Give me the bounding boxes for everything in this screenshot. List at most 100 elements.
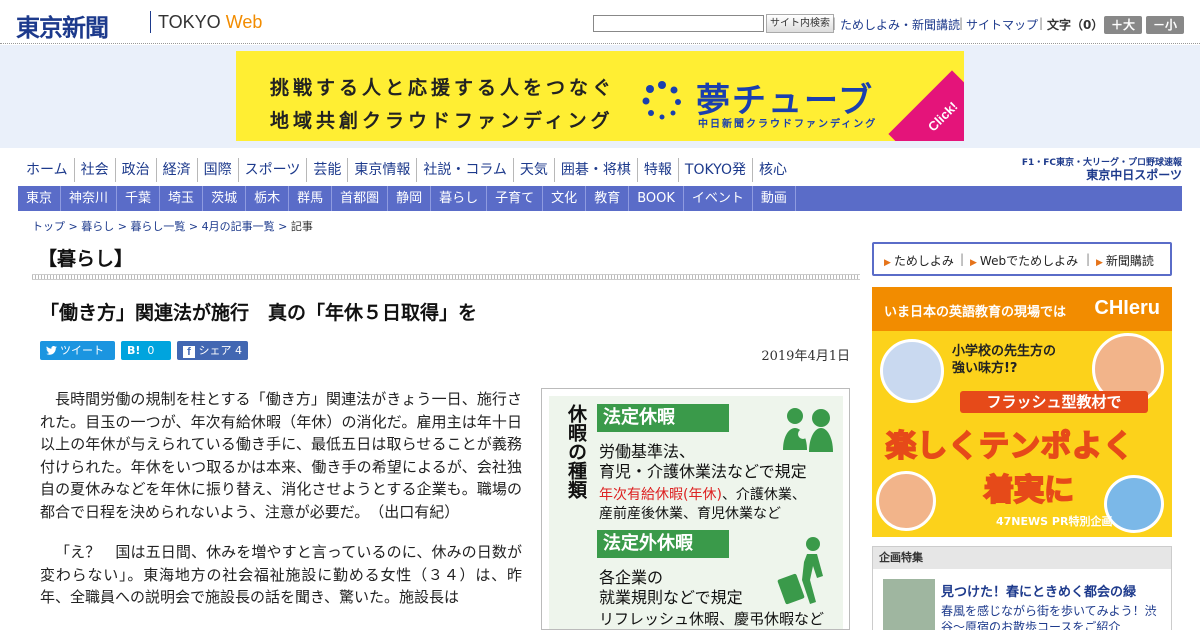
- twitter-bird-icon: [46, 345, 57, 355]
- ad-footer: 47NEWS PR特別企画: [996, 515, 1113, 528]
- nonstatutory-leave-heading: 法定外休暇: [597, 530, 729, 558]
- subscribe-link[interactable]: ためしよみ・新聞講読: [840, 16, 960, 33]
- region-item-chiba[interactable]: 千葉: [117, 186, 161, 211]
- article-figure[interactable]: 休暇の種類 法定休暇 労働基準法、 育児・介護休業法などで規定 年次有給休暇(年…: [541, 388, 850, 630]
- parent-child-icon: [783, 408, 833, 452]
- breadcrumb: トップ > 暮らし > 暮らし一覧 > 4月の記事一覧 > 記事: [32, 218, 313, 234]
- font-bigger-button[interactable]: ＋大: [1104, 16, 1142, 34]
- feature-title-link[interactable]: 見つけた！春にときめく都会の緑: [941, 581, 1136, 600]
- nav-item-politics[interactable]: 政治: [116, 158, 157, 182]
- region-item-video[interactable]: 動画: [753, 186, 796, 211]
- site-logo-sub[interactable]: TOKYO Web: [158, 12, 262, 33]
- nav-item-home[interactable]: ホーム: [20, 158, 75, 182]
- web-trial-button[interactable]: ▶ Webでためしよみ: [970, 252, 1078, 269]
- nav-item-entertainment[interactable]: 芸能: [307, 158, 349, 182]
- facebook-share-button[interactable]: f シェア 4: [177, 341, 248, 360]
- nav-item-society[interactable]: 社会: [75, 158, 116, 182]
- ad-subtitle-line2: 強い味方!?: [952, 361, 1018, 376]
- nav-item-weather[interactable]: 天気: [514, 158, 555, 182]
- region-item-gunma[interactable]: 群馬: [289, 186, 333, 211]
- nav-item-tokyo-hatsu[interactable]: TOKYO発: [679, 158, 753, 182]
- button-separator: |: [960, 252, 965, 266]
- ad-brand-sub: 中日新聞クラウドファンディング: [698, 119, 878, 130]
- button-separator: |: [1086, 252, 1091, 266]
- region-item-shutoken[interactable]: 首都圏: [332, 186, 389, 211]
- nav-item-editorial[interactable]: 社説・コラム: [417, 158, 514, 182]
- search-input[interactable]: [593, 15, 764, 32]
- nav-item-go-shogi[interactable]: 囲碁・将棋: [555, 158, 638, 182]
- breadcrumb-top[interactable]: トップ: [32, 220, 65, 233]
- statutory-line-4: 産前産後休業、育児休業など: [599, 506, 781, 522]
- nav-item-economy[interactable]: 経済: [157, 158, 198, 182]
- statutory-leave-heading: 法定休暇: [597, 404, 729, 432]
- article-paragraph: 「え？ 国は五日間、休みを増やすと言っているのに、休みの日数が変わらない」。東海…: [40, 543, 522, 606]
- region-item-culture[interactable]: 文化: [543, 186, 587, 211]
- region-item-kurashi[interactable]: 暮らし: [431, 186, 488, 211]
- region-item-tokyo[interactable]: 東京: [18, 186, 62, 211]
- chunichi-sports-link[interactable]: F1・FC東京・大リーグ・プロ野球速報 東京中日スポーツ: [1022, 155, 1182, 182]
- tablet-image: [880, 339, 944, 403]
- article-date: 2019年4月1日: [761, 349, 850, 364]
- section-title: 【暮らし】: [38, 248, 134, 270]
- facebook-share-count: 4: [235, 344, 242, 357]
- article-paragraph: 長時間労働の規制を柱とする「働き方」関連法がきょう一日、施行された。目玉の一つが…: [40, 390, 522, 521]
- trial-reading-button[interactable]: ▶ ためしよみ: [884, 252, 954, 269]
- breadcrumb-april-list[interactable]: 4月の記事一覧: [202, 220, 275, 233]
- region-item-education[interactable]: 教育: [586, 186, 630, 211]
- region-item-tochigi[interactable]: 栃木: [246, 186, 290, 211]
- header-separator: |: [832, 16, 837, 30]
- nav-item-international[interactable]: 国際: [198, 158, 239, 182]
- ad-headline-2: 着実に: [983, 472, 1075, 509]
- nav-item-tokyo-info[interactable]: 東京情報: [348, 158, 418, 182]
- annual-leave-highlight: 年次有給休暇(年休): [599, 487, 722, 503]
- region-item-kanagawa[interactable]: 神奈川: [61, 186, 118, 211]
- search-button[interactable]: サイト内検索: [766, 14, 834, 33]
- region-item-book[interactable]: BOOK: [629, 186, 684, 211]
- hatena-bookmark-button[interactable]: B! 0: [121, 341, 171, 360]
- figure-vertical-title: 休暇の種類: [565, 404, 587, 499]
- region-item-kosodate[interactable]: 子育て: [487, 186, 544, 211]
- region-item-ibaraki[interactable]: 茨城: [203, 186, 247, 211]
- breadcrumb-sep: >: [185, 220, 202, 233]
- header-separator: |: [959, 16, 964, 30]
- nav-item-tokuho[interactable]: 特報: [638, 158, 679, 182]
- feature-thumbnail[interactable]: [883, 579, 935, 630]
- ad-line-1: 挑戦する人と応援する人をつなぐ: [270, 77, 616, 99]
- subscription-buttons: ▶ ためしよみ | ▶ Webでためしよみ | ▶ 新聞購読: [872, 242, 1172, 276]
- font-size-label: 文字（0）: [1047, 18, 1104, 32]
- statutory-line-2: 育児・介護休業法などで規定: [599, 462, 807, 481]
- arrow-right-icon: ▶: [884, 258, 891, 268]
- subscribe-button[interactable]: ▶ 新聞購読: [1096, 252, 1154, 269]
- feature-description-link[interactable]: 春風を感じながら街を歩いてみよう！渋谷～原宿のお散歩コースをご紹介: [941, 603, 1167, 630]
- crowdfunding-ad-banner[interactable]: 挑戦する人と応援する人をつなぐ 地域共創クラウドファンディング 夢チューブ 中日…: [236, 51, 964, 141]
- breadcrumb-kurashi[interactable]: 暮らし: [81, 220, 114, 233]
- main-nav: ホーム 社会 政治 経済 国際 スポーツ 芸能 東京情報 社説・コラム 天気 囲…: [20, 158, 793, 182]
- logo-sub-text: TOKYO: [158, 12, 226, 32]
- twitter-share-button[interactable]: ツイート: [40, 341, 115, 360]
- nonstatutory-line-2: 就業規則などで規定: [599, 588, 743, 607]
- nav-item-sports[interactable]: スポーツ: [239, 158, 308, 182]
- region-item-shizuoka[interactable]: 静岡: [388, 186, 432, 211]
- header-separator: |: [1039, 16, 1044, 30]
- nonstatutory-line-3: リフレッシュ休暇、慶弔休暇など: [599, 610, 825, 628]
- ad-top-text: いま日本の英語教育の現場では: [884, 305, 1067, 320]
- sitemap-link[interactable]: サイトマップ: [966, 16, 1038, 33]
- child-photo-icon: [876, 471, 936, 531]
- nav-item-kakushin[interactable]: 核心: [753, 158, 793, 182]
- region-nav: 東京 神奈川 千葉 埼玉 茨城 栃木 群馬 首都圏 静岡 暮らし 子育て 文化 …: [18, 186, 1182, 211]
- statutory-line-3-rest: 、介護休業、: [721, 487, 806, 503]
- ad-subtitle-line1: 小学校の先生方の: [952, 344, 1057, 359]
- region-item-saitama[interactable]: 埼玉: [160, 186, 204, 211]
- region-item-event[interactable]: イベント: [684, 186, 753, 211]
- ad-flash-label: フラッシュ型教材で: [960, 391, 1148, 413]
- breadcrumb-current: 記事: [290, 220, 313, 233]
- figure-graphic: 休暇の種類 法定休暇 労働基準法、 育児・介護休業法などで規定 年次有給休暇(年…: [549, 396, 843, 629]
- sports-name: 東京中日スポーツ: [1086, 168, 1182, 182]
- twitter-share-label: ツイート: [60, 344, 104, 357]
- english-education-ad[interactable]: いま日本の英語教育の現場では CHIeru 小学校の先生方の 強い味方!? フラッ…: [872, 287, 1172, 537]
- font-smaller-button[interactable]: －小: [1146, 16, 1184, 34]
- site-logo[interactable]: 東京新聞: [16, 8, 109, 43]
- breadcrumb-kurashi-list[interactable]: 暮らし一覧: [130, 220, 185, 233]
- breadcrumb-sep: >: [274, 220, 291, 233]
- web-trial-label: Webでためしよみ: [979, 254, 1079, 268]
